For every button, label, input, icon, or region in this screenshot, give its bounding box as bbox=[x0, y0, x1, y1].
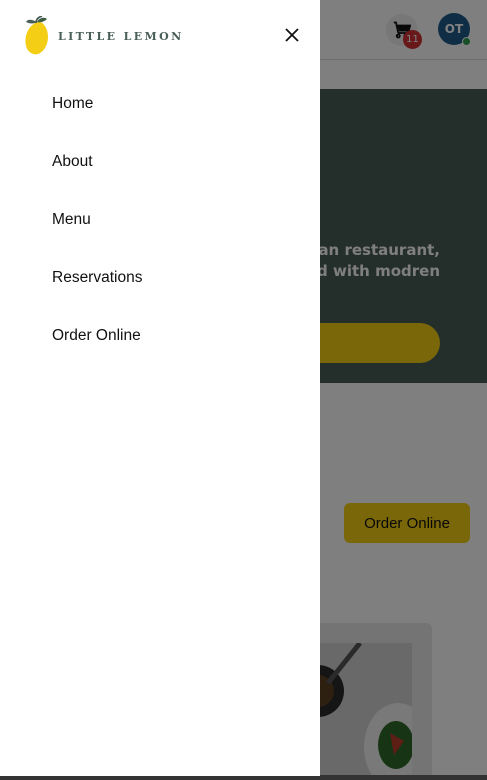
close-icon bbox=[285, 28, 299, 42]
close-drawer-button[interactable] bbox=[282, 25, 302, 45]
nav-item-order-online[interactable]: Order Online bbox=[52, 327, 141, 351]
nav-item-menu[interactable]: Menu bbox=[52, 211, 91, 235]
nav-item-home[interactable]: Home bbox=[52, 95, 93, 119]
lemon-icon bbox=[25, 16, 48, 55]
app-page: 11 OT ean restaurant, ed with modren Ord… bbox=[0, 0, 487, 780]
brand-name: LITTLE LEMON bbox=[58, 29, 184, 43]
nav-drawer: LITTLE LEMON Home About Menu Reservation… bbox=[0, 0, 320, 776]
brand-logo[interactable]: LITTLE LEMON bbox=[24, 16, 184, 56]
nav-item-about[interactable]: About bbox=[52, 153, 93, 177]
nav-item-reservations[interactable]: Reservations bbox=[52, 269, 142, 293]
